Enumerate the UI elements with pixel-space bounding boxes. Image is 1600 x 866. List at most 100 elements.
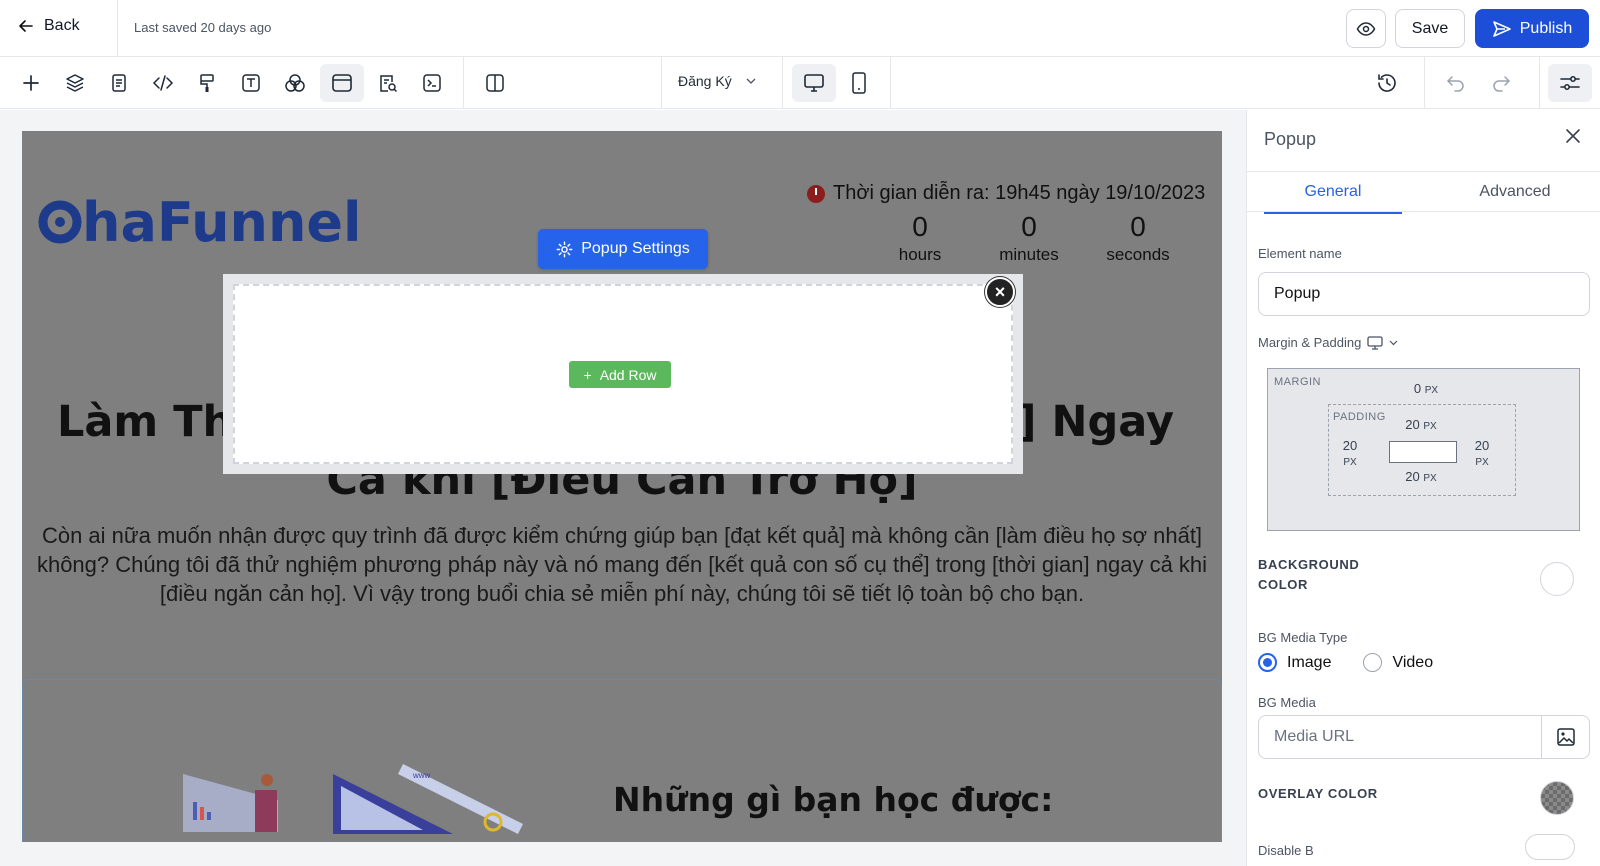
page-select[interactable]: Đăng Ký <box>678 73 756 89</box>
background-color-picker[interactable] <box>1540 562 1574 596</box>
margin-padding-editor[interactable]: MARGIN 0 PX PADDING 20 PX 20 PX 20 PX 20 P… <box>1267 368 1580 531</box>
countdown-value: 0 <box>1021 211 1037 242</box>
background-color-label-line1: BACKGROUND <box>1258 557 1360 572</box>
seo-button[interactable] <box>370 65 406 101</box>
disable-toggle[interactable] <box>1525 834 1575 860</box>
eye-icon <box>1356 21 1376 36</box>
arrow-left-icon <box>19 20 33 32</box>
code-button[interactable] <box>145 65 181 101</box>
unit-label: PX <box>1343 457 1357 468</box>
bg-media-type-label: BG Media Type <box>1258 630 1348 645</box>
overlay-color-label: OVERLAY COLOR <box>1258 786 1378 801</box>
popup-container[interactable]: + Add Row × <box>223 274 1023 474</box>
image-radio[interactable] <box>1258 653 1277 672</box>
save-button[interactable]: Save <box>1395 9 1465 48</box>
text-icon <box>242 74 260 92</box>
unit-label: PX <box>1475 457 1489 468</box>
close-icon <box>1566 129 1580 143</box>
countdown-value: 0 <box>1130 211 1146 242</box>
divider <box>890 57 891 108</box>
background-color-label: BACKGROUND COLOR <box>1258 555 1359 595</box>
tab-advanced[interactable]: Advanced <box>1447 183 1583 201</box>
chevron-down-icon[interactable] <box>1389 340 1398 346</box>
popup-button[interactable] <box>320 64 364 102</box>
history-icon <box>1378 74 1396 92</box>
mobile-view-button[interactable] <box>841 65 877 101</box>
undo-button[interactable] <box>1438 65 1474 101</box>
unit-label: PX <box>1423 473 1437 484</box>
divider <box>782 57 783 108</box>
padding-left-value[interactable]: 20 PX <box>1337 438 1363 468</box>
countdown-minutes: 0 minutes <box>984 211 1074 265</box>
unit-label: PX <box>1423 421 1437 432</box>
panel-title: Popup <box>1264 129 1317 149</box>
settings-panel-button[interactable] <box>1548 64 1592 102</box>
script-button[interactable] <box>414 65 450 101</box>
style-button[interactable] <box>189 65 225 101</box>
layers-icon <box>66 74 84 92</box>
popup-body[interactable]: + Add Row <box>233 284 1013 464</box>
code-icon <box>152 75 174 91</box>
shapes-icon <box>285 74 305 92</box>
columns-icon <box>486 74 504 92</box>
properties-panel: Popup General Advanced Element name Popu… <box>1246 110 1600 866</box>
margin-top-value[interactable]: 0 PX <box>1406 381 1446 396</box>
history-button[interactable] <box>1369 65 1405 101</box>
bg-media-label: BG Media <box>1258 695 1316 710</box>
headline-left-fragment: Làm Th <box>57 397 234 447</box>
unit-label: PX <box>1424 385 1439 396</box>
padding-right-value[interactable]: 20 PX <box>1469 438 1495 468</box>
components-button[interactable] <box>277 65 313 101</box>
gear-icon <box>556 241 573 257</box>
preview-button[interactable] <box>1346 9 1386 48</box>
send-icon <box>1492 20 1511 37</box>
redo-button[interactable] <box>1483 65 1519 101</box>
desktop-icon <box>804 74 824 92</box>
countdown-label: seconds <box>1106 245 1170 264</box>
publish-button[interactable]: Publish <box>1475 9 1589 48</box>
image-icon <box>1556 728 1575 746</box>
plus-icon <box>23 75 39 91</box>
video-radio[interactable] <box>1363 653 1383 672</box>
margin-padding-text: Margin & Padding <box>1258 335 1362 350</box>
layers-button[interactable] <box>57 65 93 101</box>
media-picker-button[interactable] <box>1541 716 1589 758</box>
add-row-button[interactable]: + Add Row <box>569 361 671 388</box>
publish-label: Publish <box>1519 19 1573 37</box>
padding-label: PADDING <box>1333 411 1386 423</box>
body-paragraph: Còn ai nữa muốn nhận được quy trình đã đ… <box>36 523 1208 606</box>
page-icon <box>112 74 126 92</box>
settings-sliders-icon <box>1560 76 1580 90</box>
add-element-button[interactable] <box>13 65 49 101</box>
media-url-placeholder: Media URL <box>1274 728 1355 745</box>
add-row-label: Add Row <box>599 366 657 383</box>
back-button[interactable]: Back <box>18 17 80 35</box>
padding-bottom-value[interactable]: 20 PX <box>1399 469 1443 484</box>
popup-settings-button[interactable]: Popup Settings <box>538 229 708 269</box>
headline-right-fragment: ] Ngay <box>1016 397 1174 447</box>
popup-settings-label: Popup Settings <box>581 240 690 257</box>
element-name-input[interactable]: Popup <box>1258 272 1590 316</box>
padding-right-number: 20 <box>1474 438 1490 453</box>
mobile-icon <box>852 72 866 94</box>
padding-top-number: 20 <box>1405 417 1420 432</box>
learning-section[interactable]: www Những gì bạn học được: <box>22 679 1222 842</box>
countdown-label: hours <box>898 245 942 264</box>
panel-close-button[interactable] <box>1565 128 1581 149</box>
split-view-button[interactable] <box>477 65 513 101</box>
paint-roller-icon <box>200 74 214 92</box>
text-button[interactable] <box>233 65 269 101</box>
section-title: Những gì bạn học được: <box>613 780 1054 819</box>
pages-button[interactable] <box>101 65 137 101</box>
padding-top-value[interactable]: 20 PX <box>1399 417 1443 432</box>
popup-close-icon[interactable]: × <box>985 277 1015 307</box>
editor-toolbar: Đăng Ký <box>0 57 1600 109</box>
media-url-input[interactable]: Media URL <box>1258 715 1590 759</box>
clock-icon <box>807 184 825 203</box>
tab-general[interactable]: General <box>1264 183 1402 214</box>
desktop-icon[interactable] <box>1367 335 1383 350</box>
overlay-color-picker[interactable] <box>1540 781 1574 815</box>
content-box <box>1389 441 1457 463</box>
divider <box>1539 57 1540 108</box>
desktop-view-button[interactable] <box>792 64 836 102</box>
